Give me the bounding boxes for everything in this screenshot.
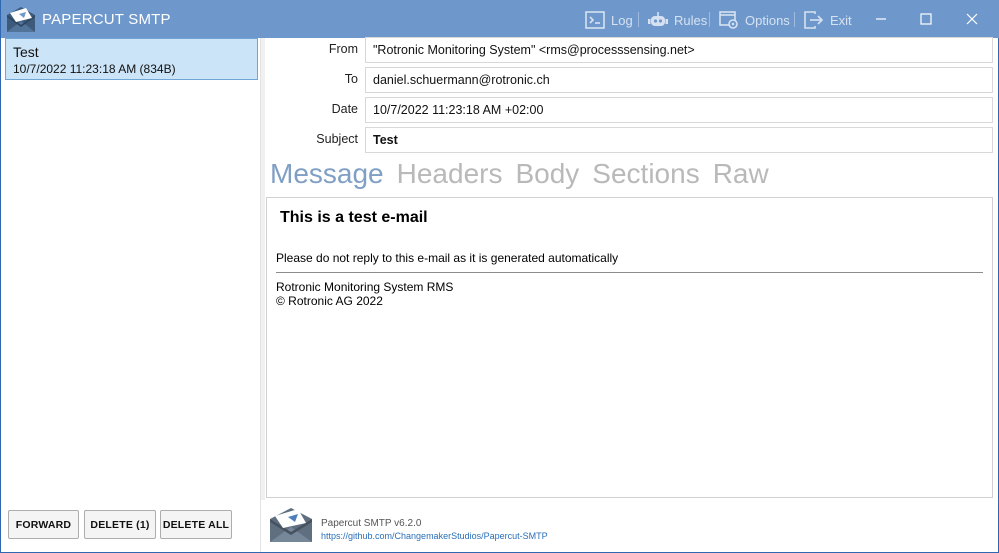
- exit-icon: [804, 11, 824, 29]
- tab-headers[interactable]: Headers: [397, 158, 503, 194]
- close-button[interactable]: [949, 0, 995, 38]
- date-label: Date: [331, 102, 358, 116]
- message-footer: Rotronic Monitoring System RMS © Rotroni…: [276, 280, 983, 308]
- forward-button[interactable]: FORWARD: [8, 510, 79, 539]
- toolbar-separator: [709, 12, 710, 27]
- date-field[interactable]: 10/7/2022 11:23:18 AM +02:00: [365, 97, 993, 123]
- message-text: Please do not reply to this e-mail as it…: [276, 251, 619, 265]
- message-subject: Test: [13, 44, 39, 60]
- delete-button[interactable]: DELETE (1): [84, 510, 156, 539]
- settings-window-icon: [719, 11, 738, 29]
- rules-button[interactable]: Rules: [648, 10, 707, 30]
- tab-body[interactable]: Body: [515, 158, 579, 194]
- maximize-button[interactable]: [903, 0, 949, 38]
- tab-sections[interactable]: Sections: [592, 158, 699, 194]
- message-heading: This is a test e-mail: [280, 209, 428, 226]
- message-meta: 10/7/2022 11:23:18 AM (834B): [13, 62, 176, 76]
- toolbar-separator: [638, 12, 639, 27]
- message-footer-line: Rotronic Monitoring System RMS: [276, 280, 454, 294]
- maximize-icon: [920, 13, 932, 25]
- robot-icon: [648, 12, 668, 26]
- close-icon: [966, 13, 978, 25]
- message-list-item[interactable]: Test 10/7/2022 11:23:18 AM (834B): [5, 38, 258, 80]
- terminal-icon: [585, 11, 605, 29]
- subject-label: Subject: [316, 132, 358, 146]
- github-link[interactable]: https://github.com/ChangemakerStudios/Pa…: [321, 531, 548, 541]
- message-footer-copyright: © Rotronic AG 2022: [276, 294, 383, 308]
- log-label: Log: [611, 12, 633, 28]
- app-title: PAPERCUT SMTP: [42, 11, 171, 28]
- delete-all-button[interactable]: DELETE ALL: [160, 510, 232, 539]
- subject-field[interactable]: Test: [365, 127, 993, 153]
- version-text: Papercut SMTP v6.2.0: [321, 518, 422, 529]
- from-label: From: [328, 42, 358, 56]
- title-bar[interactable]: PAPERCUT SMTP Log Rules Options Exit: [1, 0, 999, 38]
- exit-label: Exit: [830, 12, 852, 28]
- tab-raw[interactable]: Raw: [713, 158, 769, 194]
- to-field[interactable]: daniel.schuermann@rotronic.ch: [365, 67, 993, 93]
- rules-label: Rules: [674, 12, 708, 28]
- message-list-panel: Test 10/7/2022 11:23:18 AM (834B) FORWAR…: [1, 38, 261, 552]
- minimize-button[interactable]: [858, 0, 904, 38]
- to-label: To: [344, 72, 358, 86]
- exit-button[interactable]: Exit: [804, 10, 852, 30]
- log-button[interactable]: Log: [585, 10, 633, 30]
- papercut-logo-icon: [7, 7, 35, 32]
- from-field[interactable]: "Rotronic Monitoring System" <rms@proces…: [365, 37, 993, 63]
- papercut-footer-logo-icon: [270, 508, 312, 542]
- options-label: Options: [745, 12, 790, 28]
- minimize-icon: [876, 18, 886, 20]
- panel-splitter[interactable]: [261, 38, 265, 500]
- toolbar-separator: [794, 12, 795, 27]
- tab-message[interactable]: Message: [270, 158, 384, 194]
- options-button[interactable]: Options: [719, 10, 790, 30]
- message-body-view[interactable]: This is a test e-mail Please do not repl…: [266, 197, 993, 498]
- app-window: PAPERCUT SMTP Log Rules Options Exit Tes…: [0, 0, 999, 553]
- view-tabs: Message Headers Body Sections Raw: [270, 158, 769, 194]
- message-divider: [276, 272, 983, 273]
